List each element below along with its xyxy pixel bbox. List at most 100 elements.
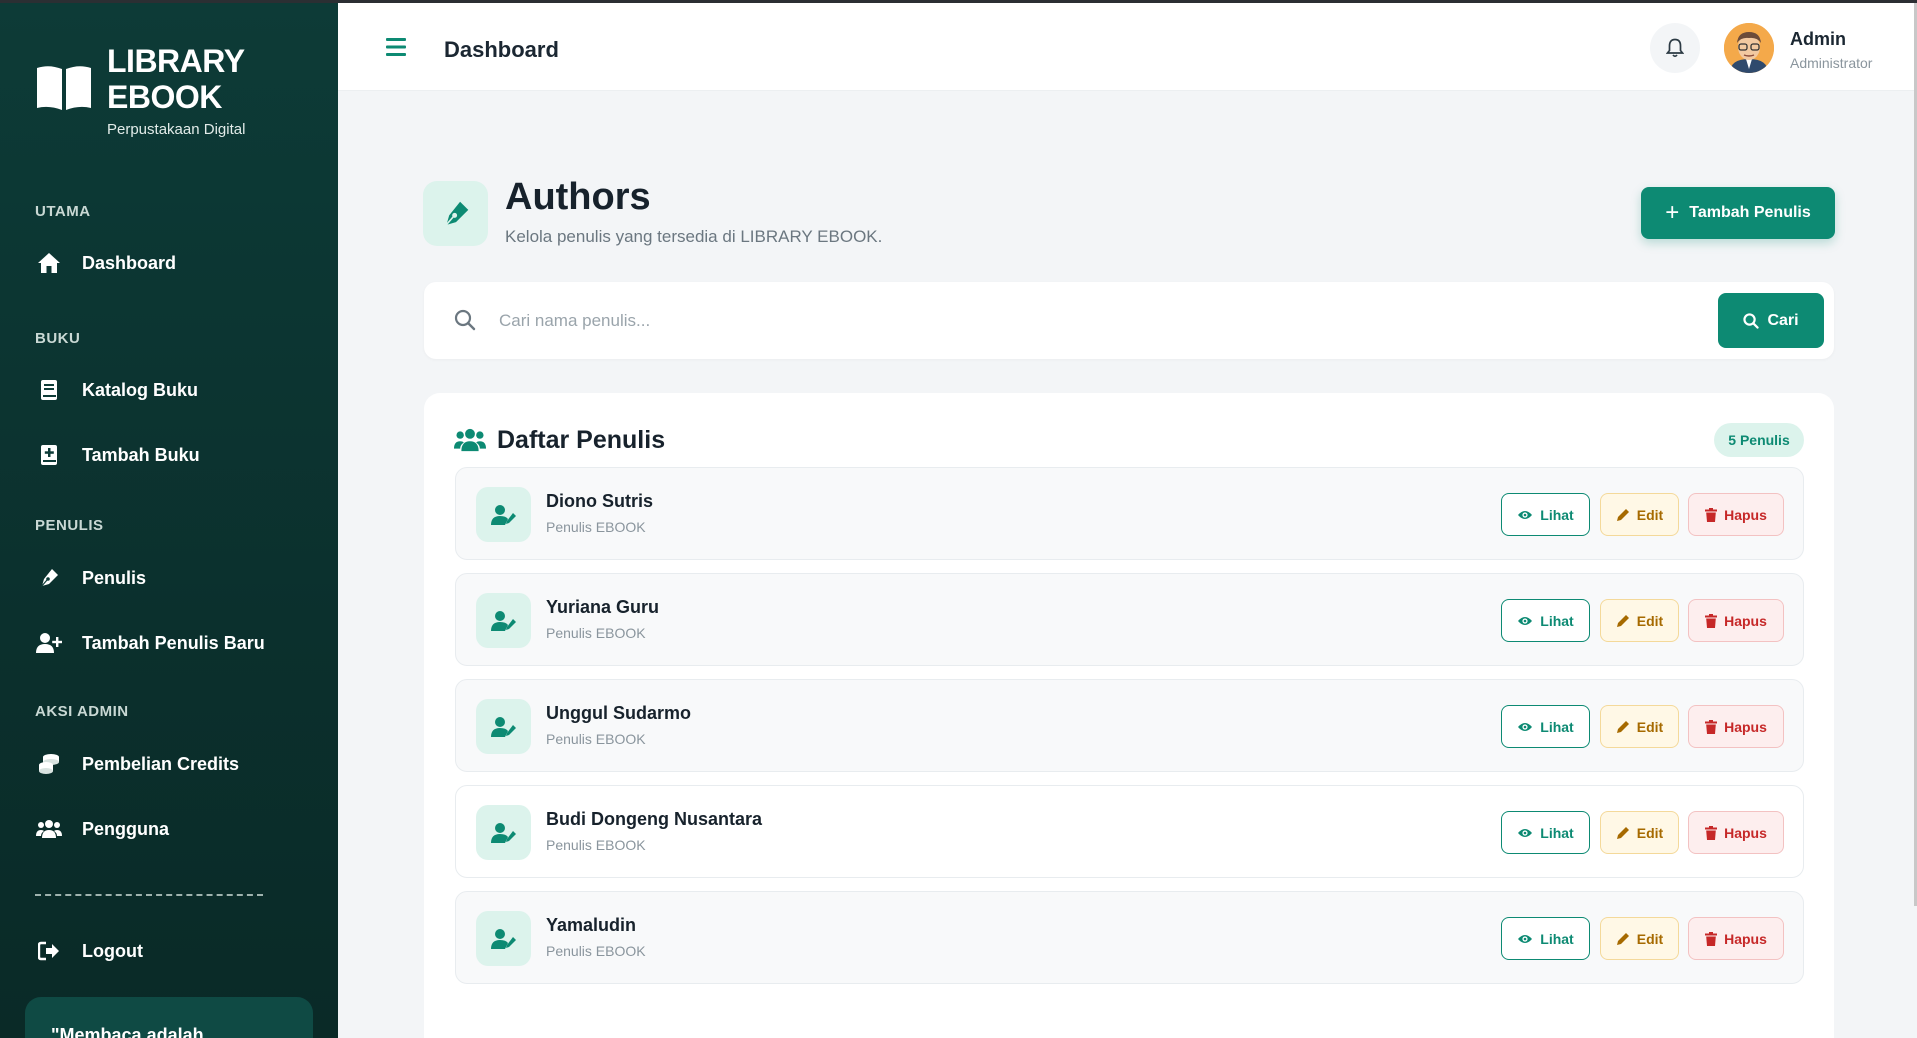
delete-button[interactable]: Hapus <box>1688 917 1784 960</box>
count-badge: 5 Penulis <box>1714 423 1804 457</box>
user-pen-icon <box>490 610 516 631</box>
view-button[interactable]: Lihat <box>1501 917 1590 960</box>
home-icon <box>35 249 63 277</box>
sidebar-item-pengguna[interactable]: Pengguna <box>35 809 169 849</box>
user-pen-icon <box>490 928 516 949</box>
delete-label: Hapus <box>1724 506 1767 523</box>
open-book-icon <box>37 66 91 110</box>
view-button[interactable]: Lihat <box>1501 493 1590 536</box>
sidebar-item-label: Tambah Penulis Baru <box>82 632 265 653</box>
view-label: Lihat <box>1540 824 1574 841</box>
trash-icon <box>1705 719 1718 734</box>
view-button[interactable]: Lihat <box>1501 599 1590 642</box>
sidebar-item-label: Tambah Buku <box>82 444 200 465</box>
sidebar-item-penulis[interactable]: Penulis <box>35 558 146 598</box>
eye-icon <box>1518 722 1533 731</box>
view-button[interactable]: Lihat <box>1501 811 1590 854</box>
pencil-icon <box>1616 508 1629 521</box>
hamburger-menu-icon[interactable] <box>384 36 408 58</box>
pen-nib-icon <box>35 564 63 592</box>
edit-label: Edit <box>1636 824 1664 841</box>
sidebar-item-pembelian-credits[interactable]: Pembelian Credits <box>35 744 239 784</box>
nav-section-buku: BUKU <box>35 330 81 347</box>
delete-label: Hapus <box>1724 824 1767 841</box>
author-avatar <box>476 593 531 648</box>
sidebar-item-tambah-buku[interactable]: Tambah Buku <box>35 435 200 475</box>
sidebar-item-label: Pengguna <box>82 818 170 839</box>
edit-label: Edit <box>1636 612 1664 629</box>
author-avatar <box>476 487 531 542</box>
brand-subtitle: Perpustakaan Digital <box>107 121 246 138</box>
edit-button[interactable]: Edit <box>1600 811 1679 854</box>
delete-label: Hapus <box>1724 718 1767 735</box>
quote-text: "Membaca adalah <box>51 1025 204 1038</box>
author-role: Penulis EBOOK <box>546 625 646 641</box>
user-plus-icon <box>35 629 63 657</box>
sidebar-item-dashboard[interactable]: Dashboard <box>35 243 176 283</box>
search-card: Cari <box>424 282 1834 359</box>
search-icon <box>454 309 476 331</box>
edit-label: Edit <box>1636 718 1664 735</box>
delete-label: Hapus <box>1724 930 1767 947</box>
pencil-icon <box>1616 932 1629 945</box>
eye-icon <box>1518 510 1533 519</box>
users-icon <box>35 815 63 843</box>
book-icon <box>35 376 63 404</box>
author-row: Yamaludin Penulis EBOOK Lihat Edit Hapus <box>455 891 1804 984</box>
user-name[interactable]: Admin <box>1790 29 1846 50</box>
sidebar-item-tambah-penulis-baru[interactable]: Tambah Penulis Baru <box>35 623 265 663</box>
search-button[interactable]: Cari <box>1718 293 1824 348</box>
author-name: Yamaludin <box>546 915 637 935</box>
book-plus-icon <box>35 441 63 469</box>
edit-button[interactable]: Edit <box>1600 599 1679 642</box>
edit-button[interactable]: Edit <box>1600 917 1679 960</box>
view-label: Lihat <box>1540 612 1574 629</box>
pencil-icon <box>1616 614 1629 627</box>
pen-nib-icon <box>443 201 468 227</box>
author-row: Unggul Sudarmo Penulis EBOOK Lihat Edit … <box>455 679 1804 772</box>
view-label: Lihat <box>1540 506 1574 523</box>
delete-button[interactable]: Hapus <box>1688 493 1784 536</box>
delete-button[interactable]: Hapus <box>1688 599 1784 642</box>
eye-icon <box>1518 828 1533 837</box>
author-name: Unggul Sudarmo <box>546 703 691 723</box>
sidebar-item-logout[interactable]: Logout <box>35 931 143 971</box>
view-button[interactable]: Lihat <box>1501 705 1590 748</box>
nav-section-aksi-admin: AKSI ADMIN <box>35 703 129 720</box>
search-input[interactable] <box>499 302 1599 340</box>
sidebar-item-label: Katalog Buku <box>82 379 199 400</box>
edit-button[interactable]: Edit <box>1600 493 1679 536</box>
author-name: Diono Sutris <box>546 491 653 511</box>
user-role: Administrator <box>1790 55 1873 71</box>
search-icon <box>1743 312 1760 329</box>
eye-icon <box>1518 934 1533 943</box>
sidebar-item-label: Pembelian Credits <box>82 753 240 774</box>
list-title: Daftar Penulis <box>497 426 666 454</box>
author-row: Diono Sutris Penulis EBOOK Lihat Edit Ha… <box>455 467 1804 560</box>
author-avatar <box>476 805 531 860</box>
delete-button[interactable]: Hapus <box>1688 811 1784 854</box>
top-header: Dashboard Admin Administrator <box>338 3 1917 91</box>
avatar[interactable] <box>1724 23 1774 73</box>
search-button-label: Cari <box>1767 311 1799 329</box>
sidebar-divider <box>35 894 263 896</box>
brand[interactable]: LIBRARY EBOOK Perpustakaan Digital <box>35 43 267 138</box>
author-role: Penulis EBOOK <box>546 943 646 959</box>
page-subtitle: Kelola penulis yang tersedia di LIBRARY … <box>505 227 883 246</box>
eye-icon <box>1518 616 1533 625</box>
trash-icon <box>1705 613 1718 628</box>
delete-button[interactable]: Hapus <box>1688 705 1784 748</box>
sidebar-item-katalog-buku[interactable]: Katalog Buku <box>35 370 198 410</box>
add-author-button[interactable]: + Tambah Penulis <box>1641 187 1835 239</box>
author-role: Penulis EBOOK <box>546 519 646 535</box>
author-name: Yuriana Guru <box>546 597 660 617</box>
trash-icon <box>1705 507 1718 522</box>
window-top-border <box>0 0 1917 3</box>
notification-button[interactable] <box>1650 23 1700 73</box>
sidebar: LIBRARY EBOOK Perpustakaan Digital UTAMA… <box>0 3 338 1038</box>
sidebar-item-label: Logout <box>82 940 143 961</box>
page-title: Authors <box>505 176 651 218</box>
edit-button[interactable]: Edit <box>1600 705 1679 748</box>
logout-icon <box>35 937 63 965</box>
author-avatar <box>476 911 531 966</box>
